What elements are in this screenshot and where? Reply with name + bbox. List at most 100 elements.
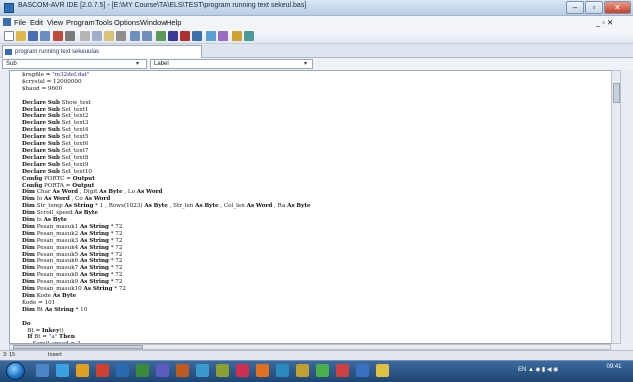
menu-file[interactable]: File [14,18,26,27]
code-line[interactable]: Dim Char As Word , Digit As Byte , Lo As… [22,189,602,196]
menu-window[interactable]: Window [140,18,167,27]
save-all-icon[interactable] [40,31,50,41]
terminal-icon[interactable] [218,31,228,41]
taskbar-word-icon[interactable] [116,364,129,377]
close-button[interactable]: ✕ [604,1,631,14]
code-line[interactable]: Declare Sub Set_text4 [22,127,602,134]
code-line[interactable]: Dim Str_temp As String * 1 , Rows(1023) … [22,203,602,210]
code-line[interactable]: Dim Pesan_masuk1 As String * 72 [22,224,602,231]
taskbar-app5-icon[interactable] [296,364,309,377]
taskbar-app2-icon[interactable] [216,364,229,377]
code-line[interactable]: Bt = Inkey() [22,328,602,335]
minimize-button[interactable]: – [566,1,584,14]
vertical-scroll-thumb[interactable] [613,83,620,103]
menu-tools[interactable]: Tools [95,18,113,27]
chevron-down-icon[interactable]: ▾ [136,60,139,67]
undo-icon[interactable] [130,31,140,41]
taskbar-app7-icon[interactable] [336,364,349,377]
find-icon[interactable] [116,31,126,41]
code-line[interactable]: Dim Kode As Byte [22,293,602,300]
menu-program[interactable]: Program [66,18,95,27]
code-line[interactable]: Declare Sub Set_text10 [22,169,602,176]
code-line[interactable]: Kode = 101 [22,300,602,307]
code-line[interactable]: Config PORTA = Output [22,183,602,190]
menu-edit[interactable]: Edit [30,18,43,27]
code-editor[interactable]: $regfile = "m32def.dat" $crystal = 120000… [9,70,621,344]
taskbar-firefox-icon[interactable] [256,364,269,377]
code-line[interactable]: Declare Sub Set_text5 [22,134,602,141]
code-line[interactable]: $crystal = 12000000 [22,79,602,86]
simulate-icon[interactable] [206,31,216,41]
start-button[interactable] [6,362,25,380]
taskbar-powerpoint-icon[interactable] [176,364,189,377]
vertical-scrollbar[interactable] [611,70,621,344]
lcd-designer-icon[interactable] [244,31,254,41]
taskbar-media-icon[interactable] [96,364,109,377]
taskbar-excel-icon[interactable] [136,364,149,377]
save-icon[interactable] [28,31,38,41]
code-line[interactable]: Dim Pesan_masuk2 As String * 72 [22,231,602,238]
code-line[interactable]: Declare Sub Show_text [22,100,602,107]
chevron-down-icon[interactable]: ▾ [304,60,307,67]
menu-view[interactable]: View [47,18,63,27]
tray-icons[interactable]: ▲ ◆ ▮ ◀ ◉ [528,367,558,373]
taskbar-app3-icon[interactable] [236,364,249,377]
open-folder-icon[interactable] [16,31,26,41]
menu-help[interactable]: Help [166,18,181,27]
code-line[interactable]: Declare Sub Set_text8 [22,155,602,162]
menu-options[interactable]: Options [114,18,140,27]
code-line[interactable]: Dim Is As Byte [22,217,602,224]
code-line[interactable]: Do [22,321,602,328]
code-line[interactable]: $baud = 9600 [22,86,602,93]
label-select[interactable]: Label [150,59,313,69]
code-line[interactable]: Dim Pesan_masuk6 As String * 72 [22,258,602,265]
code-line[interactable]: Declare Sub Set_text6 [22,141,602,148]
language-indicator[interactable]: EN [518,367,526,373]
redo-icon[interactable] [142,31,152,41]
taskbar-app9-icon[interactable] [376,364,389,377]
code-text[interactable]: $regfile = "m32def.dat" $crystal = 120000… [22,72,602,343]
code-line[interactable]: $regfile = "m32def.dat" [22,72,602,79]
taskbar-ie-icon[interactable] [56,364,69,377]
indent-icon[interactable] [156,31,166,41]
code-line[interactable]: Declare Sub Set_text7 [22,148,602,155]
program-chip-icon[interactable] [192,31,202,41]
mdi-window-controls[interactable]: _ ▫ ✕ [596,18,613,27]
maximize-button[interactable]: ▫ [585,1,603,14]
system-tray[interactable]: EN ▲ ◆ ▮ ◀ ◉ [518,366,558,373]
new-file-icon[interactable] [4,31,14,41]
syntax-check-icon[interactable] [180,31,190,41]
close-file-icon[interactable] [53,31,63,41]
print-icon[interactable] [65,31,75,41]
code-line[interactable]: Declare Sub Set_text3 [22,120,602,127]
code-line[interactable]: If Bt = "a" Then [22,334,602,341]
code-line[interactable]: Dim Pesan_masuk3 As String * 72 [22,238,602,245]
horizontal-scroll-thumb[interactable] [13,345,143,349]
cut-icon[interactable] [80,31,90,41]
help-icon[interactable] [232,31,242,41]
taskbar-folder-icon[interactable] [76,364,89,377]
code-line[interactable] [22,93,602,100]
code-line[interactable]: Config PORTC = Output [22,176,602,183]
copy-icon[interactable] [92,31,102,41]
code-line[interactable]: Dim Bt As String * 10 [22,307,602,314]
code-line[interactable]: Dim Pesan_masuk8 As String * 72 [22,272,602,279]
taskbar-app6-icon[interactable] [316,364,329,377]
taskbar-app8-icon[interactable] [356,364,369,377]
taskbar-explorer-icon[interactable] [36,364,49,377]
taskbar-app-icon[interactable] [156,364,169,377]
code-line[interactable]: Declare Sub Set_text9 [22,162,602,169]
code-line[interactable]: Dim Scroll_speed As Byte [22,210,602,217]
compile-icon[interactable] [168,31,178,41]
sub-select[interactable]: Sub [2,59,147,69]
code-line[interactable]: Declare Sub Set_text2 [22,113,602,120]
tab-program-running-text[interactable]: program running text sekeuulas [2,45,202,58]
code-line[interactable]: Dim Pesan_masuk10 As String * 72 [22,286,602,293]
paste-icon[interactable] [104,31,114,41]
code-line[interactable]: Dim Pesan_masuk4 As String * 72 [22,245,602,252]
code-line[interactable] [22,314,602,321]
code-line[interactable]: Declare Sub Set_text1 [22,107,602,114]
code-line[interactable]: Dim Pesan_masuk7 As String * 72 [22,265,602,272]
code-line[interactable]: Dim Pesan_masuk5 As String * 72 [22,252,602,259]
clock[interactable]: 09:41 [600,364,628,371]
